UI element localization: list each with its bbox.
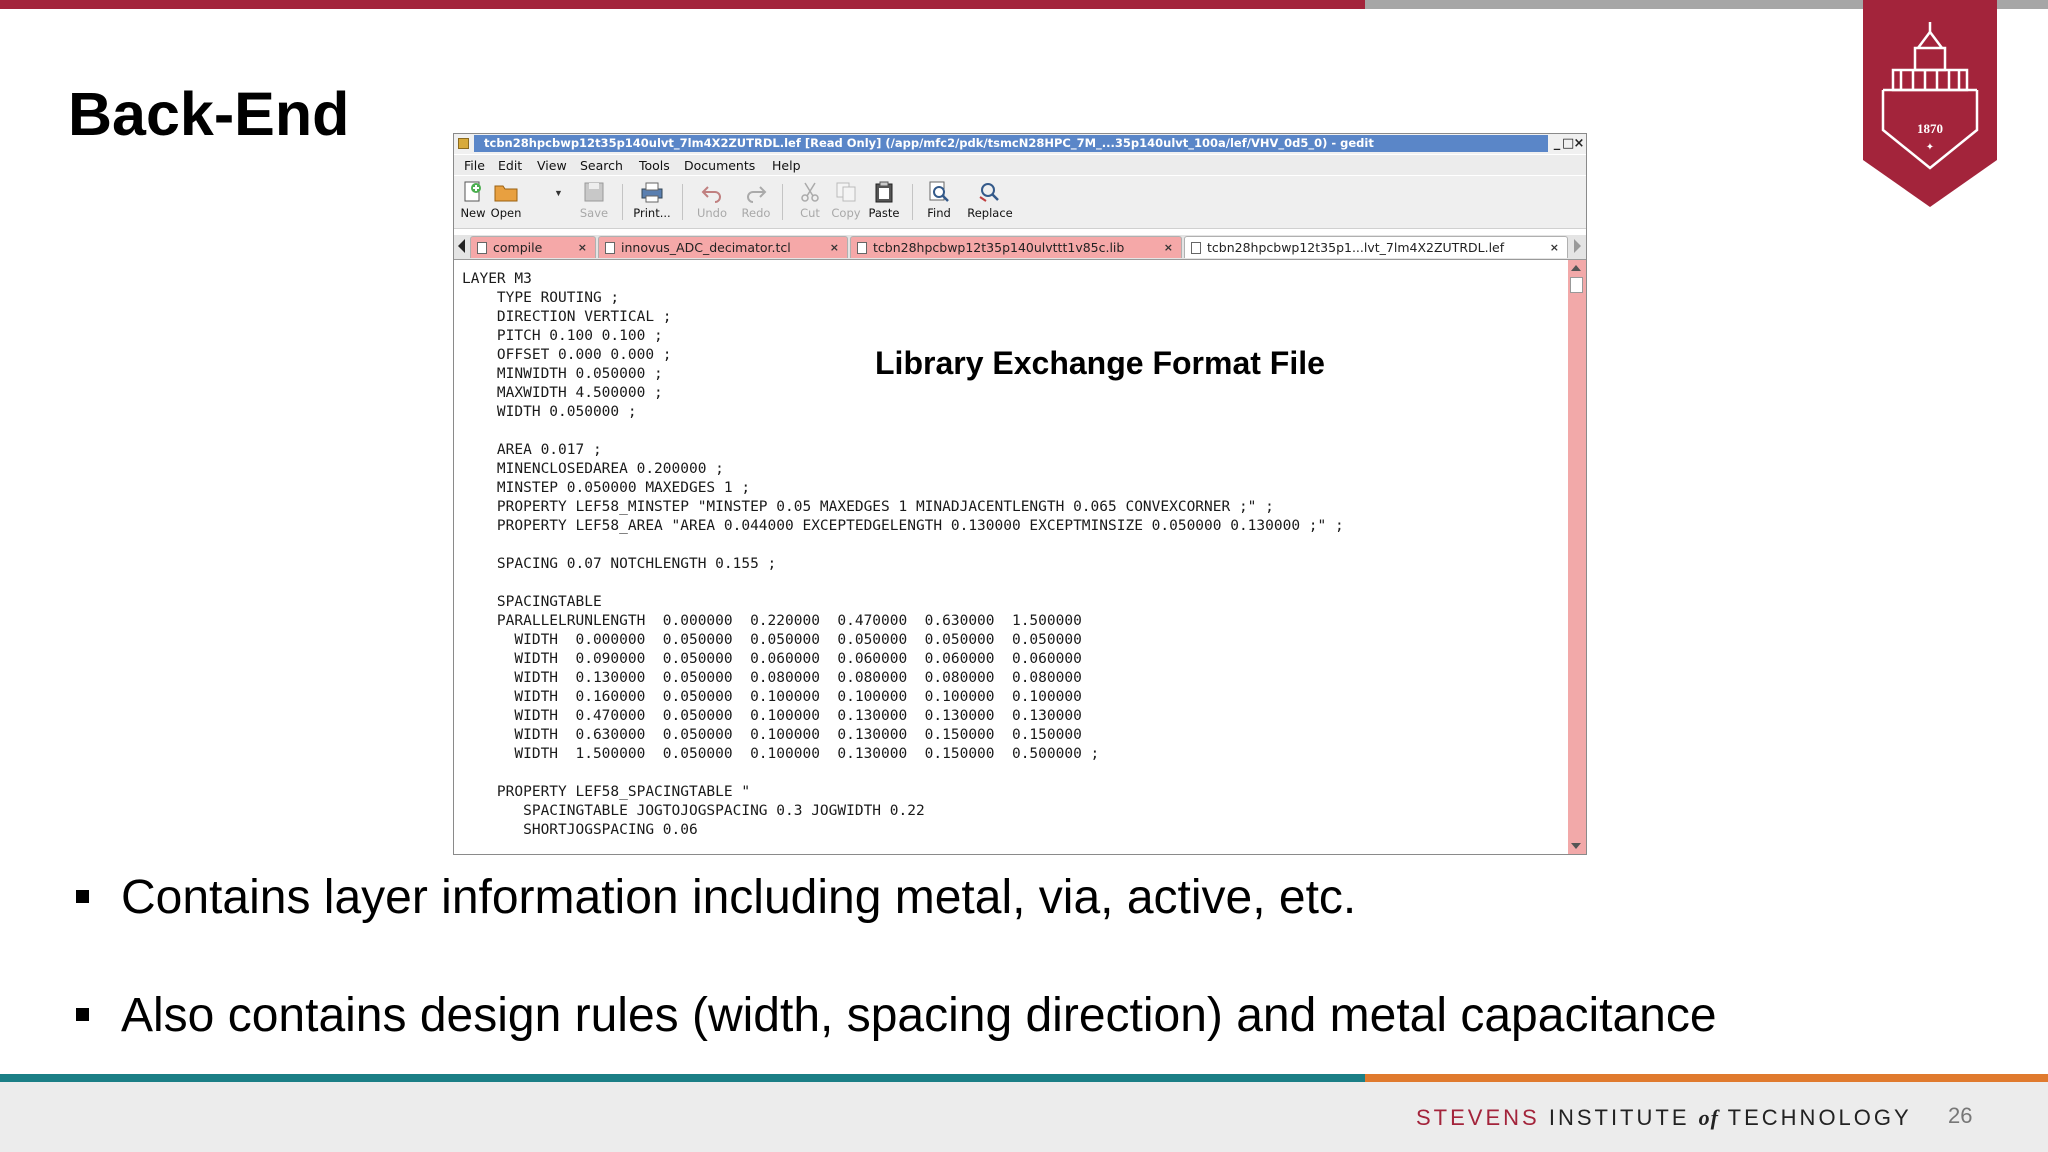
tab-scroll-left-icon[interactable] — [458, 239, 465, 253]
scroll-up-icon[interactable] — [1571, 265, 1581, 271]
document-icon — [857, 242, 867, 254]
tab-scroll-right-icon[interactable] — [1574, 239, 1581, 253]
document-tabs: compile × innovus_ADC_decimator.tcl × tc… — [454, 235, 1586, 260]
menu-help[interactable]: Help — [772, 158, 801, 173]
find-button[interactable]: Find — [913, 179, 965, 225]
slide-title: Back-End — [68, 80, 350, 148]
menu-edit[interactable]: Edit — [498, 158, 522, 173]
menu-documents[interactable]: Documents — [684, 158, 755, 173]
menu-search[interactable]: Search — [580, 158, 623, 173]
toolbar-separator — [622, 184, 623, 220]
close-icon[interactable]: × — [1573, 135, 1585, 152]
tab-close-icon[interactable]: × — [830, 237, 839, 258]
printer-icon — [641, 182, 663, 203]
find-replace-icon — [979, 183, 999, 202]
toolbar-separator — [682, 184, 683, 220]
vertical-scrollbar[interactable] — [1568, 260, 1586, 854]
scissors-icon — [801, 182, 819, 202]
top-accent-bar-red — [0, 0, 1365, 9]
scroll-down-icon[interactable] — [1571, 843, 1581, 849]
seal-year: 1870 — [1917, 121, 1943, 136]
tab-close-icon[interactable]: × — [1164, 237, 1173, 258]
menu-file[interactable]: File — [464, 158, 485, 173]
replace-button[interactable]: Replace — [964, 179, 1016, 225]
gedit-app-icon — [458, 138, 469, 149]
page-number: 26 — [1948, 1103, 1973, 1128]
stevens-wordmark: STEVENS INSTITUTE of TECHNOLOGY — [1416, 1105, 1912, 1130]
find-magnifier-icon — [929, 181, 949, 202]
tab-close-icon[interactable]: × — [1550, 237, 1559, 258]
undo-icon — [701, 186, 721, 203]
menu-bar: File Edit View Search Tools Documents He… — [454, 155, 1586, 175]
tab-compile[interactable]: compile × — [470, 236, 596, 258]
window-titlebar[interactable]: tcbn28hpcbwp12t35p140ulvt_7lm4X2ZUTRDL.l… — [454, 134, 1586, 154]
print-button[interactable]: Print... — [626, 179, 678, 225]
open-dropdown-chevron-icon[interactable]: ▼ — [554, 188, 563, 198]
menu-tools[interactable]: Tools — [639, 158, 670, 173]
bullet-square-icon — [76, 890, 89, 903]
bullet-square-icon — [76, 1008, 89, 1021]
lef-caption: Library Exchange Format File — [875, 345, 1325, 381]
menu-view[interactable]: View — [537, 158, 567, 173]
save-disk-icon — [584, 182, 604, 202]
scrollbar-thumb[interactable] — [1570, 277, 1583, 293]
tab-lef-file[interactable]: tcbn28hpcbwp12t35p1...lvt_7lm4X2ZUTRDL.l… — [1184, 236, 1568, 258]
tab-lib-file[interactable]: tcbn28hpcbwp12t35p140ulvttt1v85c.lib × — [850, 236, 1182, 258]
document-icon — [605, 242, 615, 254]
copy-icon — [836, 182, 856, 202]
window-title: tcbn28hpcbwp12t35p140ulvt_7lm4X2ZUTRDL.l… — [474, 135, 1548, 152]
toolbar: New Open ▼ Save Print... Undo Redo Cut C… — [454, 176, 1586, 229]
redo-icon — [747, 186, 767, 203]
open-button[interactable]: Open — [480, 179, 532, 225]
document-icon — [477, 242, 487, 254]
save-button[interactable]: Save — [568, 179, 620, 225]
gedit-window: tcbn28hpcbwp12t35p140ulvt_7lm4X2ZUTRDL.l… — [453, 133, 1587, 855]
stevens-shield-logo: 1870 ✦ — [1863, 0, 1997, 207]
tab-close-icon[interactable]: × — [578, 237, 587, 258]
tab-innovus-tcl[interactable]: innovus_ADC_decimator.tcl × — [598, 236, 848, 258]
svg-text:✦: ✦ — [1926, 142, 1934, 153]
paste-button[interactable]: Paste — [858, 179, 910, 225]
clipboard-paste-icon — [875, 181, 893, 203]
open-folder-icon — [494, 185, 518, 202]
toolbar-separator — [782, 184, 783, 220]
bottom-accent-bar-orange — [1365, 1074, 2048, 1082]
redo-button[interactable]: Redo — [730, 179, 782, 225]
bottom-accent-bar-teal — [0, 1074, 1365, 1082]
document-icon — [1191, 242, 1201, 254]
